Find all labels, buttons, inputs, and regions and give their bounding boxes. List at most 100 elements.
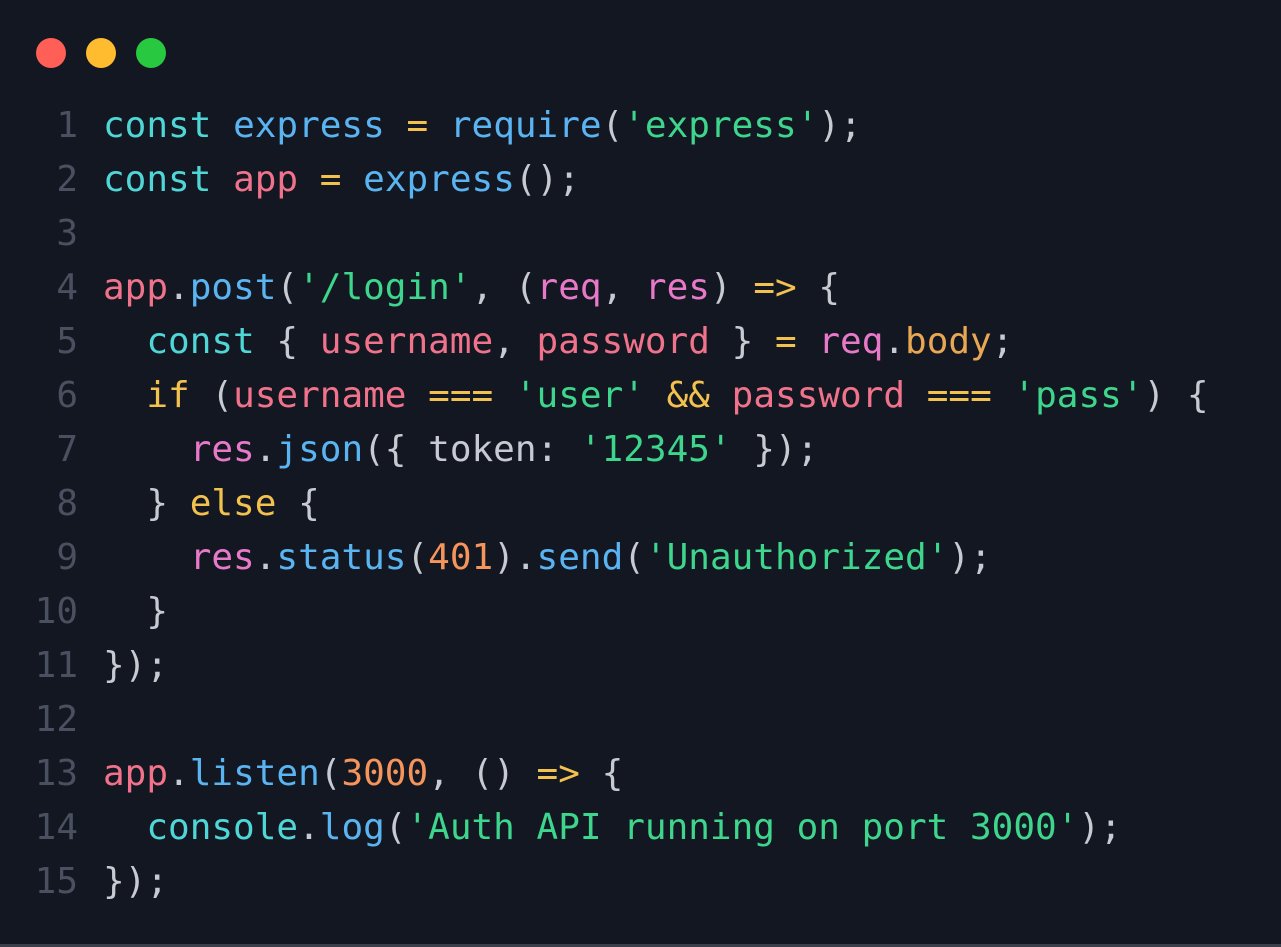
code-token: .	[883, 321, 906, 362]
line-source: console.log('Auth API running on port 30…	[103, 801, 1122, 855]
code-token: .	[168, 753, 190, 794]
code-token: else	[189, 483, 277, 524]
line-source: }	[103, 585, 168, 639]
code-token: {	[796, 267, 841, 308]
minimize-button[interactable]	[86, 38, 116, 68]
code-token: =	[774, 321, 797, 362]
code-token: .	[168, 267, 190, 308]
code-token: username	[233, 375, 407, 416]
code-token: status	[276, 537, 407, 578]
close-button[interactable]	[36, 38, 66, 68]
code-token: send	[536, 537, 624, 578]
code-token: express	[233, 105, 385, 146]
code-token: )	[709, 267, 754, 308]
code-token: );	[1078, 807, 1122, 848]
code-token: (	[384, 807, 407, 848]
code-token: (	[601, 105, 624, 146]
code-token: {	[276, 483, 320, 524]
line-number: 12	[34, 699, 78, 740]
code-token: '12345'	[579, 429, 732, 470]
line-source: });	[103, 855, 168, 909]
line-source: } else {	[103, 477, 320, 531]
code-token: (	[319, 753, 342, 794]
code-token: ;	[991, 321, 1014, 362]
code-token: =>	[536, 753, 580, 794]
code-line: 5 const { username, password } = req.bod…	[0, 315, 1281, 369]
code-token: 'pass'	[1013, 375, 1144, 416]
code-token: ();	[514, 159, 580, 200]
line-source: const express = require('express');	[103, 99, 862, 153]
line-source: if (username === 'user' && password === …	[103, 369, 1209, 423]
code-token: (	[276, 267, 299, 308]
code-token: .	[298, 807, 320, 848]
code-token: password	[731, 375, 906, 416]
code-token: ===	[428, 375, 494, 416]
code-token: const	[146, 321, 255, 362]
code-token: (	[189, 375, 234, 416]
line-source: res.status(401).send('Unauthorized');	[103, 531, 992, 585]
code-token: body	[905, 321, 992, 362]
code-line: 11});	[0, 639, 1281, 693]
code-token: app	[103, 267, 169, 308]
code-line: 8 } else {	[0, 477, 1281, 531]
code-token: const	[103, 159, 212, 200]
code-token: post	[189, 267, 277, 308]
code-token: const	[103, 105, 212, 146]
line-number: 13	[34, 753, 78, 794]
line-number: 1	[56, 105, 78, 146]
code-token: if	[146, 375, 190, 416]
line-number: 7	[56, 429, 78, 470]
code-token: res	[644, 267, 710, 308]
code-token: listen	[189, 753, 320, 794]
code-token: req	[818, 321, 884, 362]
line-number: 10	[34, 591, 78, 632]
line-number: 9	[56, 537, 78, 578]
code-token: .	[254, 537, 277, 578]
line-number: 3	[56, 213, 78, 254]
code-token: , (	[471, 267, 537, 308]
line-number: 6	[56, 375, 78, 416]
code-line: 10 }	[0, 585, 1281, 639]
code-token: ) {	[1143, 375, 1209, 416]
code-token: ,	[493, 321, 537, 362]
code-token: app	[233, 159, 299, 200]
code-token: (	[406, 537, 429, 578]
code-token: ,	[601, 267, 645, 308]
code-line: 4 app.post('/login', (req, res) => {	[0, 261, 1281, 315]
code-token: '/login'	[298, 267, 472, 308]
code-token: req	[536, 267, 602, 308]
code-token: (	[623, 537, 645, 578]
code-token: res	[189, 429, 255, 470]
code-token: 3000	[341, 753, 429, 794]
code-token: {	[254, 321, 320, 362]
code-token: =>	[753, 267, 797, 308]
code-token: &&	[666, 375, 710, 416]
code-token: console	[146, 807, 299, 848]
code-token: .	[254, 429, 277, 470]
code-token: });	[103, 861, 169, 902]
line-source: app.listen(3000, () => {	[103, 747, 623, 801]
code-line: 6 if (username === 'user' && password ==…	[0, 369, 1281, 423]
code-token: =	[406, 105, 429, 146]
code-line: 15});	[0, 855, 1281, 909]
line-source: const { username, password } = req.body;	[103, 315, 1013, 369]
code-token: log	[319, 807, 385, 848]
maximize-button[interactable]	[136, 38, 166, 68]
line-source: res.json({ token: '12345' });	[103, 423, 819, 477]
code-token: );	[948, 537, 992, 578]
code-token: app	[103, 753, 169, 794]
line-source: app.post('/login', (req, res) => {	[103, 261, 840, 315]
